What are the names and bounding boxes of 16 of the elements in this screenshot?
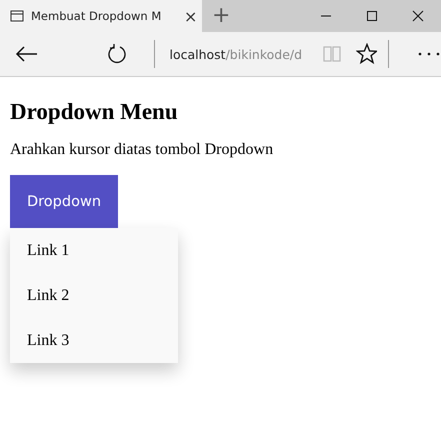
refresh-icon[interactable] xyxy=(106,44,126,64)
menu-link[interactable]: Link 2 xyxy=(10,273,178,318)
more-icon[interactable] xyxy=(417,51,441,57)
window-icon xyxy=(10,10,24,22)
back-arrow-icon[interactable] xyxy=(15,45,39,63)
tab-title: Membuat Dropdown M xyxy=(31,9,162,23)
menu-link[interactable]: Link 3 xyxy=(10,318,178,363)
close-tab-button[interactable]: × xyxy=(184,6,198,26)
browser-tab[interactable]: Membuat Dropdown M × xyxy=(0,0,202,32)
menu-link[interactable]: Link 1 xyxy=(10,228,178,273)
address-bar[interactable]: localhost/bikinkode/d xyxy=(169,46,308,62)
star-icon[interactable] xyxy=(356,43,378,65)
page-heading: Dropdown Menu xyxy=(10,99,179,125)
new-tab-button[interactable]: + xyxy=(212,5,230,27)
dropdown-button[interactable]: Dropdown xyxy=(10,175,118,228)
instruction-text: Arahkan kursor diatas tombol Dropdown xyxy=(10,141,274,159)
